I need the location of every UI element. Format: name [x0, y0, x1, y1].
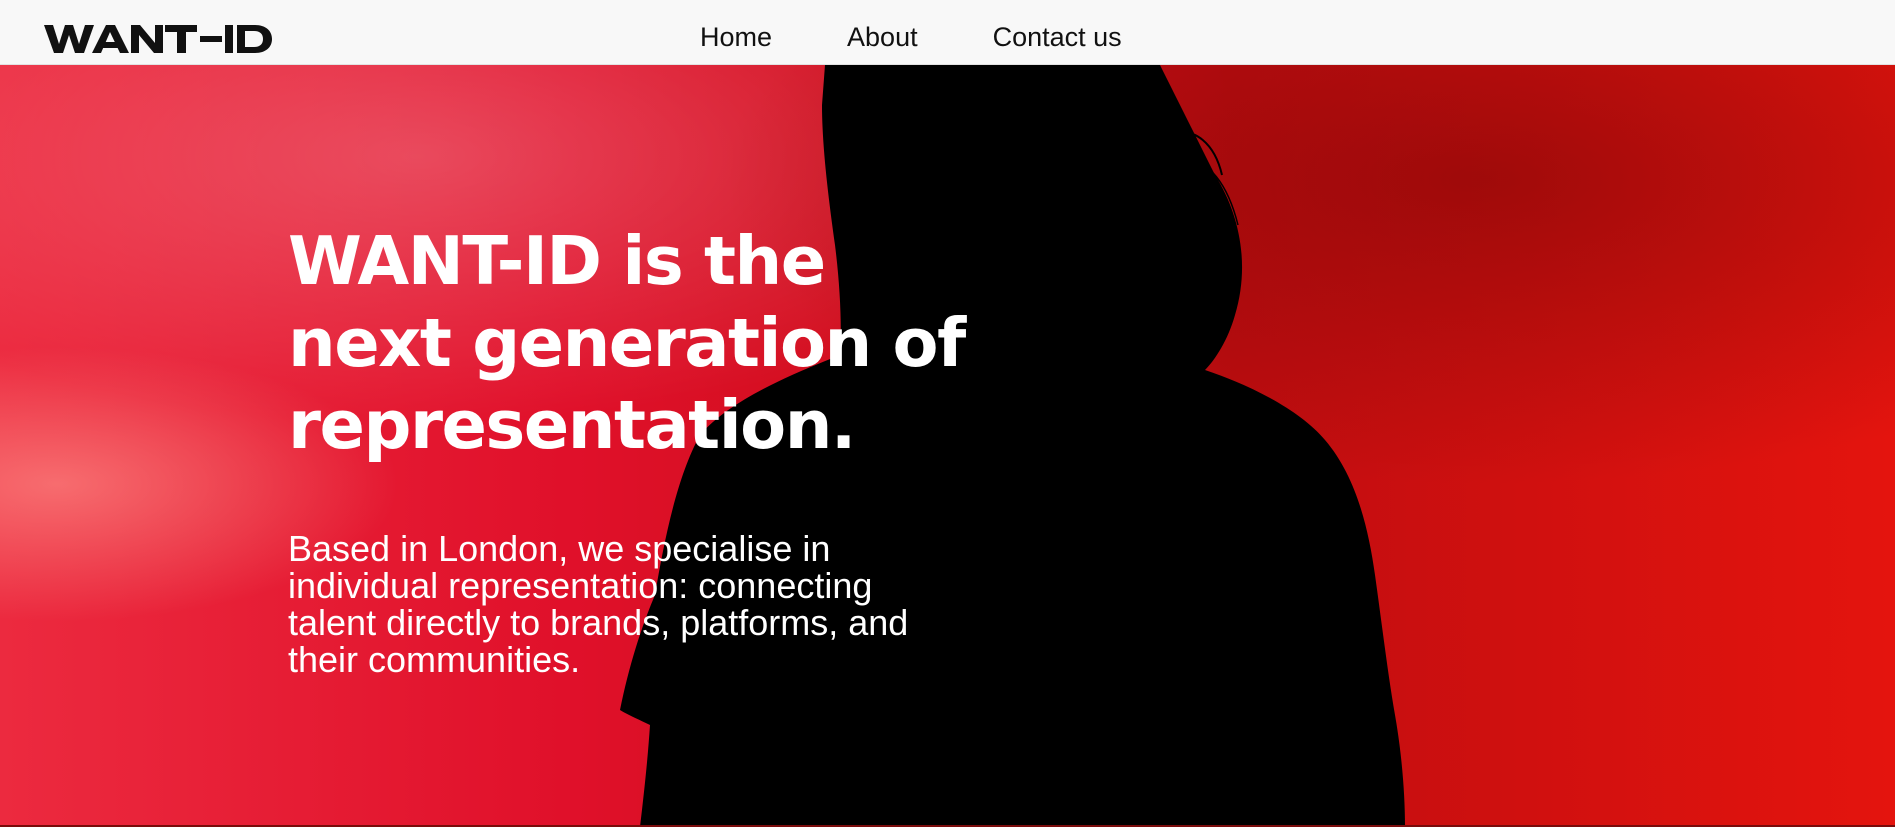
hero-headline: WANT-ID is the next generation of repres…	[288, 222, 966, 464]
hero-section: WANT-ID is the next generation of repres…	[0, 65, 1895, 827]
top-navbar: Home About Contact us	[0, 0, 1895, 65]
nav-contact-link[interactable]: Contact us	[993, 23, 1122, 51]
hero-text-block: WANT-ID is the next generation of repres…	[288, 220, 988, 678]
nav-about-link[interactable]: About	[847, 23, 918, 51]
main-nav: Home About Contact us	[700, 0, 1197, 74]
want-id-logo	[44, 25, 272, 53]
nav-home-link[interactable]: Home	[700, 23, 772, 51]
hero-description: Based in London, we specialise in indivi…	[288, 528, 909, 680]
